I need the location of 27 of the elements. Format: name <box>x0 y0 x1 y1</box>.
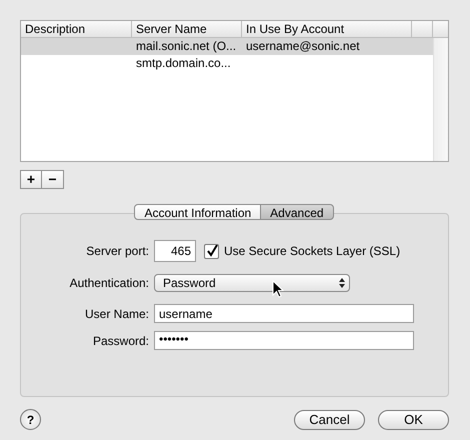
table-cell-text: username@sonic.net <box>245 38 361 55</box>
column-header[interactable]: Server Name <box>132 21 242 37</box>
table-row[interactable]: mail.sonic.net (O... username@sonic.net <box>21 38 433 55</box>
checkbox-label: Use Secure Sockets Layer (SSL) <box>224 244 400 258</box>
port-field[interactable]: 465 <box>154 240 196 262</box>
help-button[interactable]: ? <box>20 409 41 430</box>
stepper-arrows-icon <box>339 278 345 288</box>
field-label: Password: <box>92 334 149 348</box>
field-label: Authentication: <box>68 276 149 290</box>
authentication-popup[interactable]: Password <box>154 274 350 292</box>
column-header[interactable]: In Use By Account <box>242 21 412 37</box>
remove-button[interactable]: − <box>42 170 64 189</box>
table-cell-text: smtp.domain.co... <box>135 55 232 72</box>
mouse-pointer-icon <box>272 280 284 298</box>
password-field[interactable]: ••••••• <box>154 331 414 350</box>
ssl-checkbox[interactable] <box>204 244 219 258</box>
user-name-field[interactable]: username <box>154 304 414 323</box>
field-label: User Name: <box>84 306 149 320</box>
add-button[interactable]: + <box>20 170 42 189</box>
cancel-button[interactable]: Cancel <box>294 410 365 430</box>
tab[interactable]: Account Information <box>134 204 262 220</box>
table-cell-text: mail.sonic.net (O... <box>135 38 238 55</box>
tab[interactable]: Advanced <box>260 204 334 220</box>
table-row[interactable]: smtp.domain.co... <box>21 55 433 72</box>
column-header[interactable]: Description <box>21 21 132 37</box>
field-label: Server port: <box>85 244 149 258</box>
ok-button[interactable]: OK <box>378 410 449 430</box>
